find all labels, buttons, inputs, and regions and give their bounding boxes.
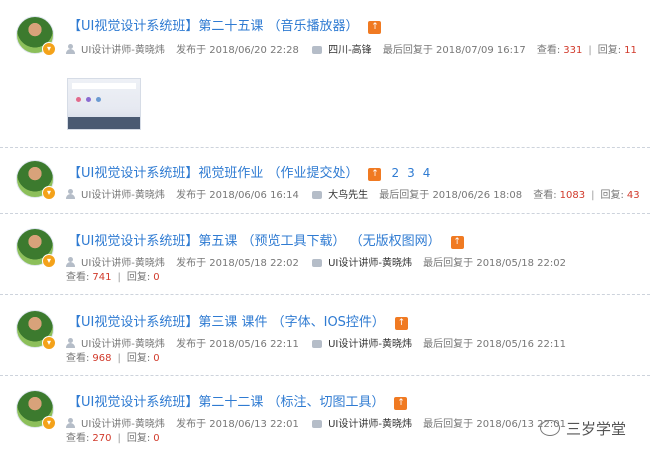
pagination: 234 [387,166,434,180]
thread-thumbnail-image[interactable] [67,78,141,130]
views-label: 查看: [533,190,557,201]
views-count: 270 [92,433,112,444]
views-label: 查看: [66,353,90,364]
last-reply-time: 最后回复于 2018/06/26 18:08 [379,190,523,201]
wechat-icon [540,420,560,436]
hot-thread-icon: ↑ [450,236,464,249]
page-link[interactable]: 4 [423,166,431,180]
divider: | [117,272,121,283]
reply-icon [312,46,323,54]
last-reply-time: 最后回复于 2018/07/09 16:17 [382,45,526,56]
last-reply-user-link[interactable]: 四川-高锋 [328,45,372,56]
user-icon [66,338,75,348]
thread-divider [0,147,650,148]
author-link[interactable]: UI设计讲师-黄晓炜 [81,190,165,201]
last-reply-user-link[interactable]: 大鸟先生 [328,190,368,201]
page-link[interactable]: 2 [391,166,399,180]
watermark-text: 三岁学堂 [566,420,627,438]
replies-count: 0 [153,353,160,364]
replies-label: 回复: [126,353,151,364]
views-label: 查看: [66,272,90,283]
divider: | [588,45,592,56]
post-time: 发布于 2018/06/20 22:28 [176,45,299,56]
hot-thread-icon: ↑ [394,397,408,410]
divider: | [591,190,595,201]
reply-icon [312,420,323,428]
thread-divider [0,375,650,376]
replies-count: 0 [153,272,160,283]
level-badge-icon: ▾ [42,186,56,200]
replies-count: 43 [626,190,640,201]
post-time: 发布于 2018/06/06 16:14 [176,190,299,201]
divider: | [117,353,121,364]
hot-thread-icon: ↑ [394,317,408,330]
replies-label: 回复: [126,433,151,444]
reply-icon [312,340,323,348]
last-reply-time: 最后回复于 2018/05/16 22:11 [423,339,566,350]
views-label: 查看: [66,433,90,444]
views-count: 1083 [559,190,586,201]
level-badge-icon: ▾ [42,254,56,268]
thread-title-link[interactable]: 【UI视觉设计系统班】第二十二课 （标注、切图工具） [68,395,384,410]
thread-title-link[interactable]: 【UI视觉设计系统班】第二十五课 （音乐播放器） [68,19,358,34]
watermark: 三岁学堂 [540,418,626,439]
level-badge-icon: ▾ [42,42,56,56]
replies-label: 回复: [600,190,624,201]
replies-label: 回复: [597,45,622,56]
hot-thread-icon: ↑ [368,168,382,181]
replies-count: 0 [153,433,160,444]
user-icon [66,189,75,199]
level-badge-icon: ▾ [42,336,56,350]
last-reply-time: 最后回复于 2018/05/18 22:02 [423,258,566,269]
post-time: 发布于 2018/06/13 22:01 [176,419,299,430]
user-icon [66,44,75,54]
avatar[interactable]: ▾ [16,310,56,350]
post-time: 发布于 2018/05/18 22:02 [176,258,299,269]
last-reply-user-link[interactable]: UI设计讲师-黄晓炜 [328,258,412,269]
views-count: 331 [563,45,583,56]
replies-label: 回复: [126,272,151,283]
hot-thread-icon: ↑ [368,21,382,34]
views-label: 查看: [536,45,561,56]
reply-icon [312,191,323,199]
user-icon [66,418,75,428]
last-reply-user-link[interactable]: UI设计讲师-黄晓炜 [328,339,412,350]
page-link[interactable]: 3 [407,166,415,180]
thread-title-link[interactable]: 【UI视觉设计系统班】第三课 课件 （字体、IOS控件） [68,315,385,330]
level-badge-icon: ▾ [42,416,56,430]
last-reply-user-link[interactable]: UI设计讲师-黄晓炜 [328,419,412,430]
reply-icon [312,259,323,267]
author-link[interactable]: UI设计讲师-黄晓炜 [81,45,165,56]
views-count: 741 [92,272,112,283]
divider: | [117,433,121,444]
user-icon [66,257,75,267]
avatar[interactable]: ▾ [16,228,56,268]
thread-title-link[interactable]: 【UI视觉设计系统班】视觉班作业 （作业提交处） [68,166,358,181]
replies-count: 11 [624,45,637,56]
thread-divider [0,213,650,214]
thread-divider [0,294,650,295]
avatar[interactable]: ▾ [16,160,56,200]
views-count: 968 [92,353,112,364]
thread-title-link[interactable]: 【UI视觉设计系统班】第五课 （预览工具下载） （无版权图网） [68,234,441,249]
post-time: 发布于 2018/05/16 22:11 [176,339,299,350]
avatar[interactable]: ▾ [16,390,56,430]
avatar[interactable]: ▾ [16,16,56,56]
